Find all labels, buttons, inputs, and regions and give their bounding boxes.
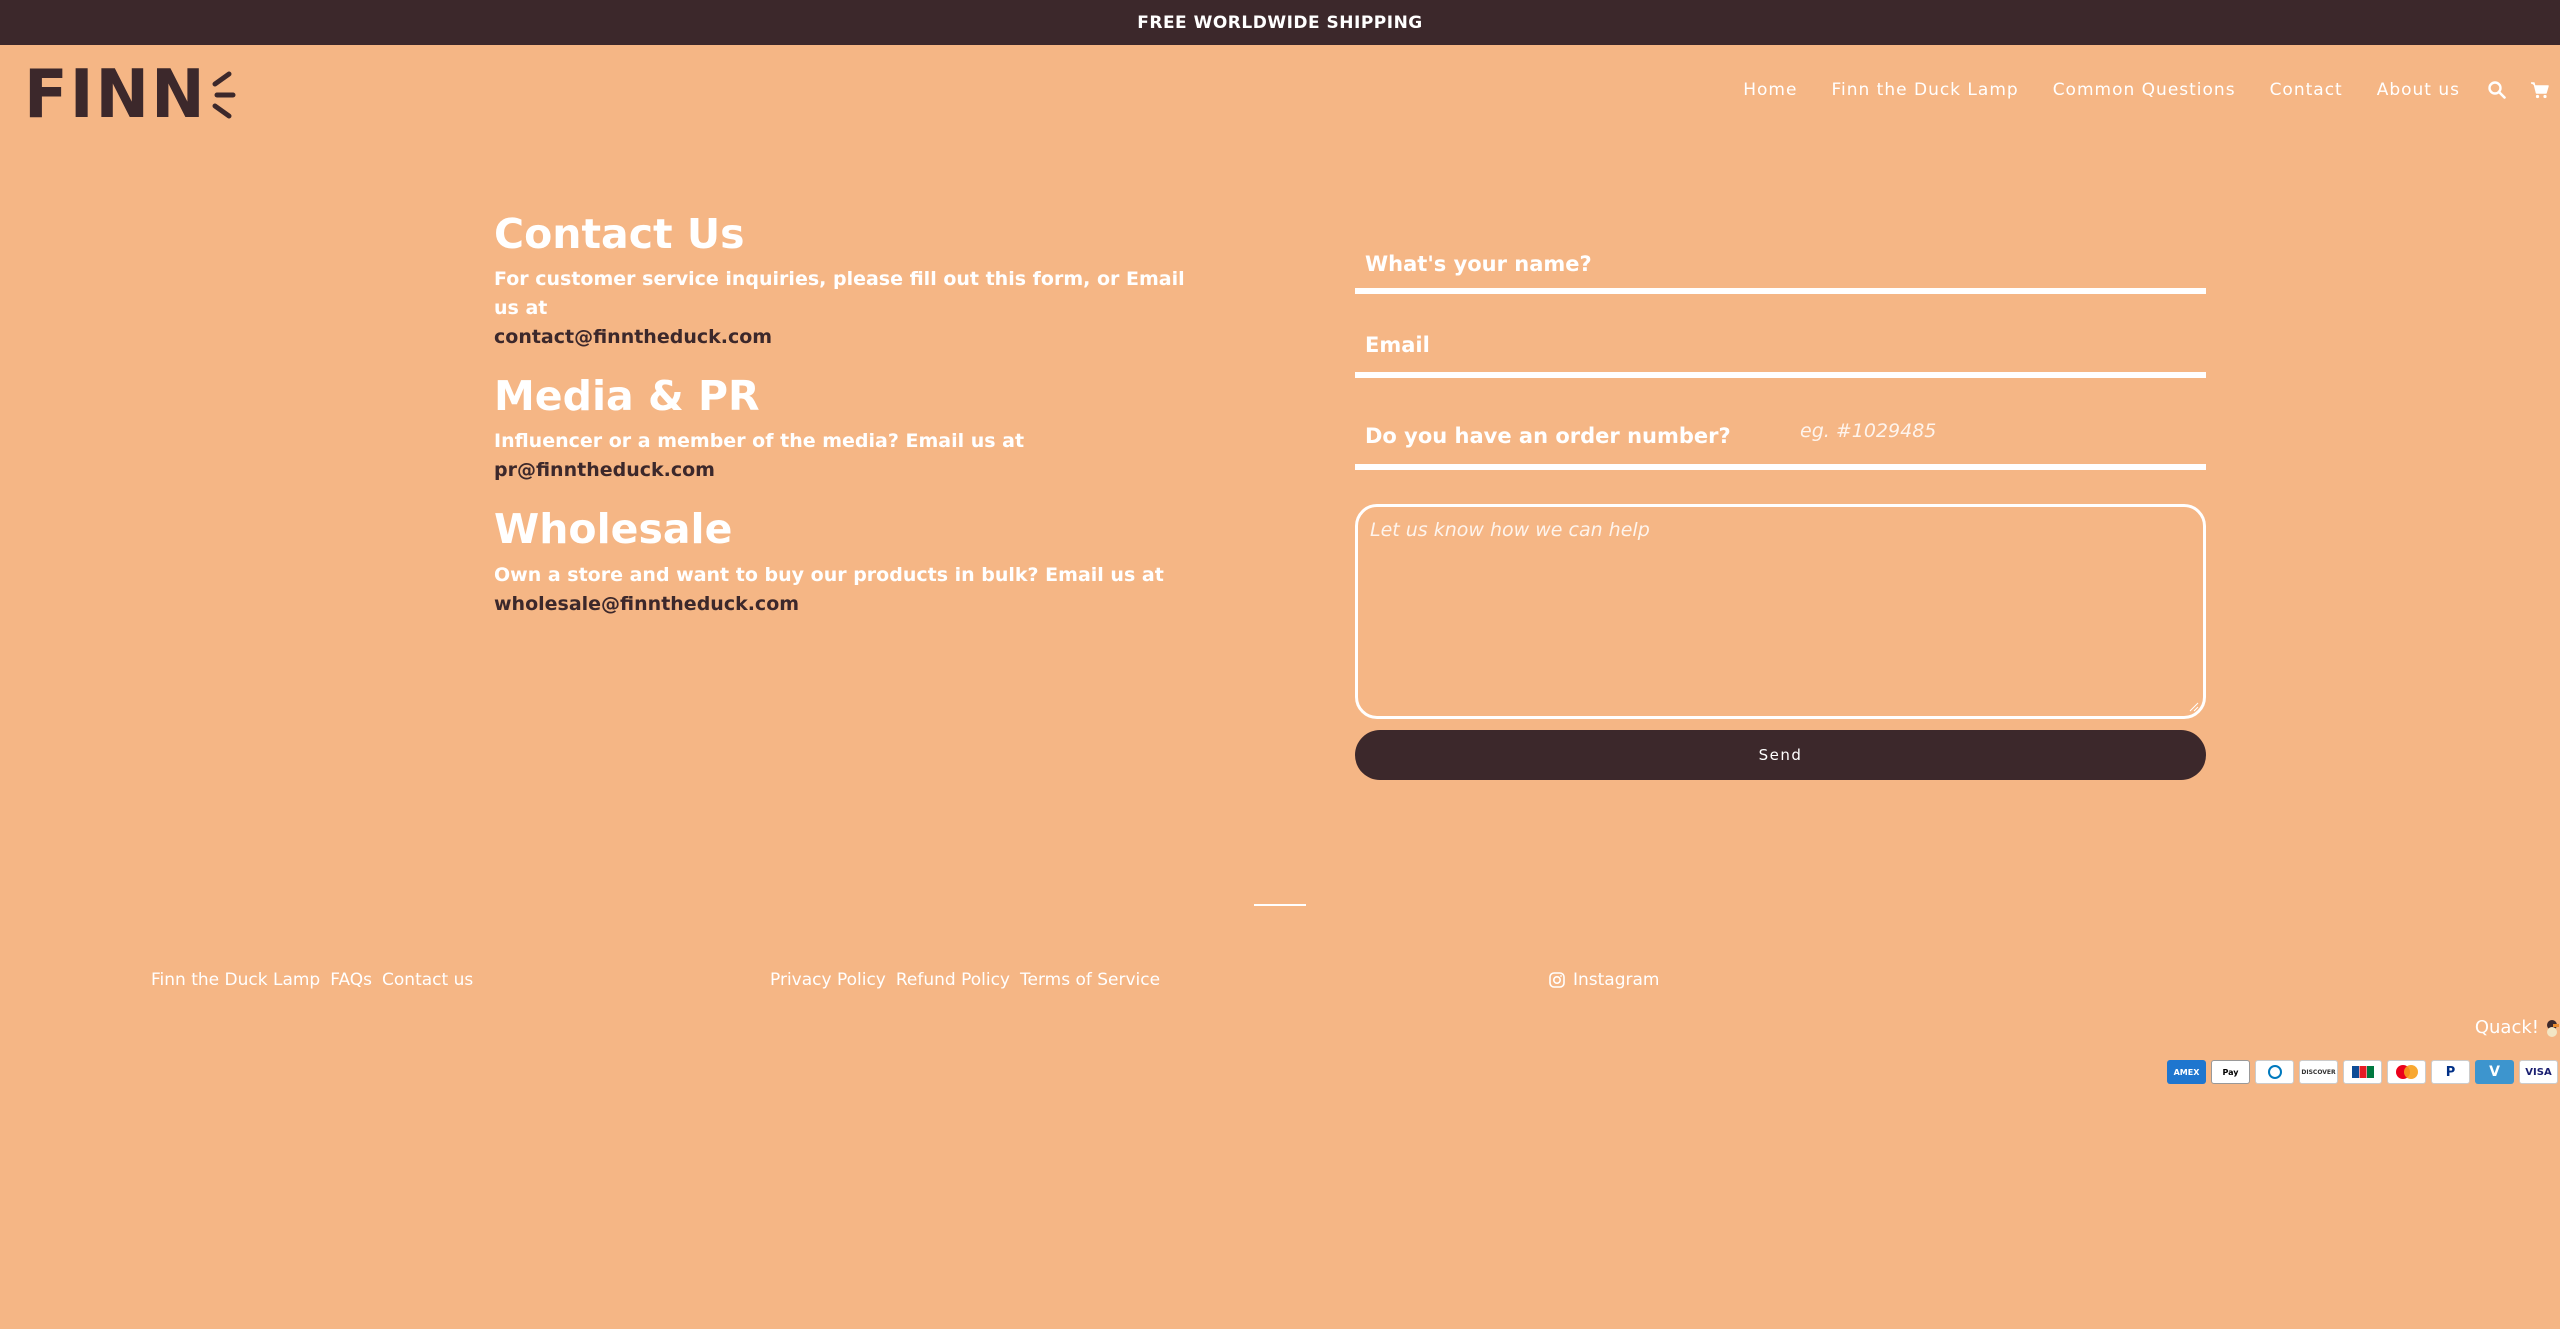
wholesale-section: Wholesale Own a store and want to buy ou… <box>494 505 1194 618</box>
footer-link-faqs[interactable]: FAQs <box>330 970 372 990</box>
nav-finn-the-duck-lamp[interactable]: Finn the Duck Lamp <box>1831 80 2018 100</box>
nav-about-us[interactable]: About us <box>2377 80 2460 100</box>
logo-rays-icon <box>212 71 236 119</box>
venmo-icon: V <box>2475 1060 2514 1084</box>
media-pr-text: Influencer or a member of the media? Ema… <box>494 430 1025 482</box>
order-number-field[interactable]: Do you have an order number? eg. #102948… <box>1355 408 2206 470</box>
contact-us-text: For customer service inquiries, please f… <box>494 268 1185 349</box>
resize-handle-icon[interactable] <box>2189 702 2199 712</box>
pr-email-link[interactable]: pr@finntheduck.com <box>494 459 715 481</box>
apple-pay-icon: Pay <box>2211 1060 2250 1084</box>
main-nav: Home Finn the Duck Lamp Common Questions… <box>1709 45 2560 135</box>
footer-divider <box>1254 904 1306 906</box>
amex-icon: AMEX <box>2167 1060 2206 1084</box>
nav-home[interactable]: Home <box>1743 80 1797 100</box>
instagram-label: Instagram <box>1573 970 1660 990</box>
footer-links-policies: Privacy Policy Refund Policy Terms of Se… <box>770 970 1170 990</box>
nav-contact[interactable]: Contact <box>2270 80 2343 100</box>
cart-icon[interactable] <box>2530 81 2550 99</box>
footer-link-terms[interactable]: Terms of Service <box>1020 970 1160 990</box>
nav-common-questions[interactable]: Common Questions <box>2053 80 2236 100</box>
wholesale-email-link[interactable]: wholesale@finntheduck.com <box>494 593 799 615</box>
footer-links-main: Finn the Duck Lamp FAQs Contact us <box>151 970 483 990</box>
announcement-text: FREE WORLDWIDE SHIPPING <box>1137 12 1423 33</box>
send-button[interactable]: Send <box>1355 730 2206 780</box>
wholesale-title: Wholesale <box>494 505 733 554</box>
instagram-icon <box>1549 972 1565 988</box>
search-icon[interactable] <box>2488 81 2506 99</box>
wholesale-text: Own a store and want to buy our products… <box>494 563 1164 615</box>
name-input[interactable] <box>1355 240 2206 288</box>
contact-email-link[interactable]: contact@finntheduck.com <box>494 326 772 348</box>
logo-text: FINN <box>24 56 207 134</box>
announcement-bar: FREE WORLDWIDE SHIPPING <box>0 0 2560 45</box>
site-logo[interactable]: FINN <box>24 56 237 134</box>
media-pr-title: Media & PR <box>494 372 760 421</box>
site-header: FINN Home Finn the Duck Lamp Common Ques… <box>0 45 2560 135</box>
email-field[interactable]: Email <box>1355 318 2206 378</box>
contact-us-section: Contact Us For customer service inquirie… <box>494 210 1194 352</box>
email-input[interactable] <box>1355 318 2206 372</box>
order-number-input[interactable] <box>1355 408 2206 464</box>
footer-link-contact-us[interactable]: Contact us <box>382 970 473 990</box>
duck-emoji-icon <box>2547 1019 2559 1037</box>
media-pr-section: Media & PR Influencer or a member of the… <box>494 372 1194 485</box>
contact-info: Contact Us For customer service inquirie… <box>494 210 1194 639</box>
visa-icon: VISA <box>2519 1060 2558 1084</box>
discover-icon: DISCOVER <box>2299 1060 2338 1084</box>
footer-link-finn-lamp[interactable]: Finn the Duck Lamp <box>151 970 320 990</box>
paypal-icon: P <box>2431 1060 2470 1084</box>
contact-us-title: Contact Us <box>494 210 745 258</box>
diners-icon <box>2255 1060 2294 1084</box>
footer-link-privacy-policy[interactable]: Privacy Policy <box>770 970 886 990</box>
payment-icons: AMEX Pay DISCOVER P V VISA <box>2162 1060 2558 1084</box>
mastercard-icon <box>2387 1060 2426 1084</box>
name-field[interactable]: What's your name? <box>1355 240 2206 294</box>
footer-instagram-link[interactable]: Instagram <box>1549 970 1670 990</box>
quack-text: Quack! <box>2475 1017 2560 1038</box>
jcb-icon <box>2343 1060 2382 1084</box>
contact-form: What's your name? Email Do you have an o… <box>1355 240 2206 780</box>
message-textarea[interactable]: Let us know how we can help <box>1355 504 2206 719</box>
footer-link-refund-policy[interactable]: Refund Policy <box>896 970 1010 990</box>
message-placeholder: Let us know how we can help <box>1370 519 1650 541</box>
